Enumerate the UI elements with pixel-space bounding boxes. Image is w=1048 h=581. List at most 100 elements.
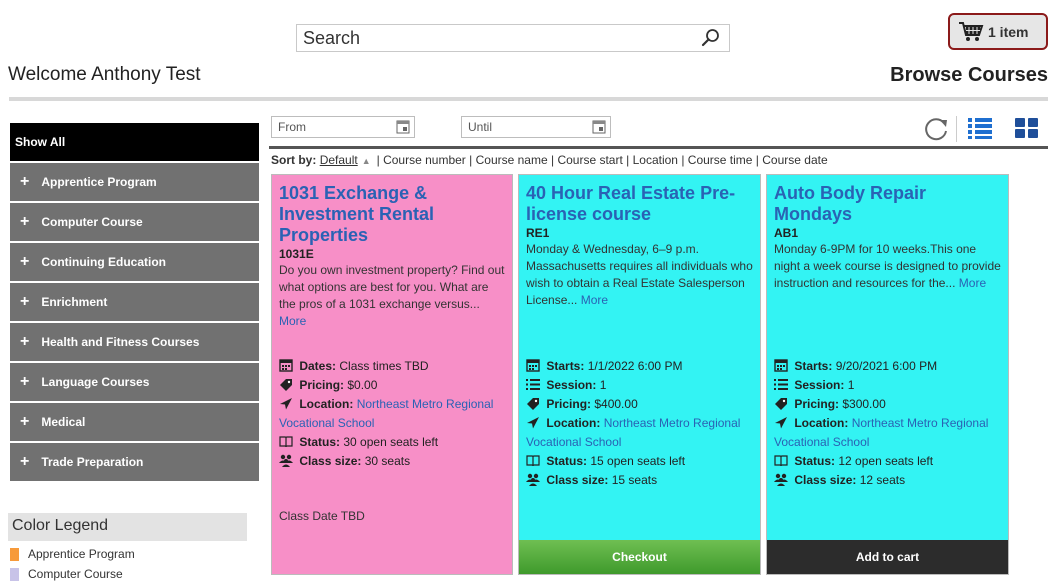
sort-caret-icon: ▲ — [361, 156, 371, 166]
sort-option-location[interactable]: Location — [633, 153, 678, 167]
calendar-icon — [526, 359, 540, 372]
cart-icon — [959, 21, 984, 41]
cart-count: 1 item — [988, 23, 1029, 40]
refresh-icon[interactable] — [922, 114, 950, 142]
session-list-icon — [774, 379, 788, 390]
sidebar-item-health-and-fitness[interactable]: + Health and Fitness Courses — [10, 323, 259, 361]
legend-label: Computer Course — [28, 567, 123, 581]
sidebar-item-continuing-education[interactable]: + Continuing Education — [10, 243, 259, 281]
tag-icon — [775, 398, 787, 410]
sidebar-item-label: Health and Fitness Courses — [41, 335, 200, 349]
location-arrow-icon — [280, 398, 292, 410]
location-arrow-icon — [527, 417, 539, 429]
location-arrow-icon — [775, 417, 787, 429]
pricing-row: Pricing: $0.00 — [279, 376, 508, 395]
sidebar-item-label: Show All — [15, 135, 66, 149]
calendar-icon — [279, 359, 293, 372]
course-details: Dates: Class times TBD Pricing: $0.00 Lo… — [279, 357, 508, 471]
book-icon — [526, 455, 540, 467]
list-view-icon[interactable] — [966, 114, 994, 142]
checkout-button[interactable]: Checkout — [519, 540, 760, 574]
from-date-input[interactable] — [272, 117, 392, 137]
sidebar-item-apprentice-program[interactable]: + Apprentice Program — [10, 163, 259, 201]
sidebar-item-computer-course[interactable]: + Computer Course — [10, 203, 259, 241]
plus-icon: + — [20, 453, 30, 470]
status-row: Status: 30 open seats left — [279, 433, 508, 452]
grid-view-icon[interactable] — [1013, 114, 1041, 142]
sort-bar: Sort by: Default ▲ | Course number | Cours… — [271, 153, 828, 167]
course-description: Do you own investment property? Find out… — [279, 263, 505, 328]
page-title: Browse Courses — [890, 64, 1048, 86]
sort-option-course-start[interactable]: Course start — [557, 153, 622, 167]
course-card-ab1: Auto Body Repair Mondays AB1 Monday 6-9P… — [766, 174, 1009, 575]
more-link[interactable]: More — [279, 314, 306, 328]
sidebar-item-label: Trade Preparation — [41, 455, 144, 469]
sort-option-course-name[interactable]: Course name — [476, 153, 548, 167]
search-box[interactable] — [296, 24, 730, 52]
session-list-icon — [526, 379, 540, 390]
sidebar-item-label: Enrichment — [41, 295, 108, 309]
people-icon — [279, 454, 293, 467]
course-card-re1: 40 Hour Real Estate Pre-license course R… — [518, 174, 761, 575]
filter-underline — [269, 146, 1048, 149]
legend-item: Apprentice Program — [10, 547, 135, 561]
people-icon — [526, 473, 540, 486]
sidebar-item-label: Medical — [41, 415, 86, 429]
sort-option-course-time[interactable]: Course time — [688, 153, 753, 167]
course-title[interactable]: 40 Hour Real Estate Pre-license course — [526, 183, 753, 225]
course-title[interactable]: Auto Body Repair Mondays — [774, 183, 1001, 225]
sidebar-item-trade-preparation[interactable]: + Trade Preparation — [10, 443, 259, 481]
sort-option-course-date[interactable]: Course date — [762, 153, 827, 167]
location-row: Location: Northeast Metro Regional Vocat… — [279, 397, 494, 430]
legend-label: Apprentice Program — [28, 547, 135, 561]
status-row: Status: 12 open seats left — [774, 452, 1004, 471]
sort-option-course-number[interactable]: Course number — [383, 153, 466, 167]
plus-icon: + — [20, 333, 30, 350]
sidebar-item-medical[interactable]: + Medical — [10, 403, 259, 441]
starts-row: Starts: 9/20/2021 6:00 PM — [774, 357, 1004, 376]
calendar-icon — [774, 359, 788, 372]
search-input[interactable] — [297, 25, 697, 51]
sidebar-item-enrichment[interactable]: + Enrichment — [10, 283, 259, 321]
cart-button[interactable]: 1 item — [948, 13, 1048, 50]
pricing-row: Pricing: $300.00 — [774, 395, 1004, 414]
legend-swatch — [10, 547, 19, 561]
add-to-cart-button[interactable]: Add to cart — [767, 540, 1008, 574]
course-details: Starts: 1/1/2022 6:00 PM Session: 1 Pric… — [526, 357, 756, 490]
course-code: RE1 — [526, 226, 550, 240]
sidebar-item-label: Language Courses — [41, 375, 150, 389]
calendar-icon[interactable] — [592, 120, 606, 134]
sidebar-item-language-courses[interactable]: + Language Courses — [10, 363, 259, 401]
status-row: Status: 15 open seats left — [526, 452, 756, 471]
sort-label: Sort by: — [271, 153, 317, 167]
class-size-row: Class size: 12 seats — [774, 471, 1004, 490]
class-date: Class Date TBD — [279, 509, 365, 523]
welcome-message: Welcome Anthony Test — [8, 64, 201, 85]
search-icon[interactable] — [701, 28, 721, 48]
course-code: AB1 — [774, 226, 799, 240]
dates-row: Dates: Class times TBD — [279, 357, 508, 376]
location-row: Location: Northeast Metro Regional Vocat… — [526, 416, 741, 449]
color-legend-title: Color Legend — [8, 513, 247, 541]
course-title[interactable]: 1031 Exchange & Investment Rental Proper… — [279, 183, 505, 246]
course-card-1031e: 1031 Exchange & Investment Rental Proper… — [271, 174, 513, 575]
legend-item: Computer Course — [10, 567, 123, 581]
view-divider — [956, 116, 957, 142]
more-link[interactable]: More — [581, 293, 608, 307]
tag-icon — [527, 398, 539, 410]
sort-option-default[interactable]: Default — [320, 153, 358, 167]
from-date-field[interactable] — [271, 116, 415, 138]
more-link[interactable]: More — [959, 276, 986, 290]
sidebar-item-label: Apprentice Program — [41, 175, 157, 189]
category-sidebar: Show All + Apprentice Program + Computer… — [10, 123, 259, 483]
plus-icon: + — [20, 213, 30, 230]
sidebar-item-show-all[interactable]: Show All — [10, 123, 259, 161]
book-icon — [774, 455, 788, 467]
until-date-field[interactable] — [461, 116, 611, 138]
course-details: Starts: 9/20/2021 6:00 PM Session: 1 Pri… — [774, 357, 1004, 490]
session-row: Session: 1 — [526, 376, 756, 395]
until-date-input[interactable] — [462, 117, 582, 137]
course-code: 1031E — [279, 247, 314, 261]
calendar-icon[interactable] — [396, 120, 410, 134]
filter-bar — [269, 110, 1048, 150]
